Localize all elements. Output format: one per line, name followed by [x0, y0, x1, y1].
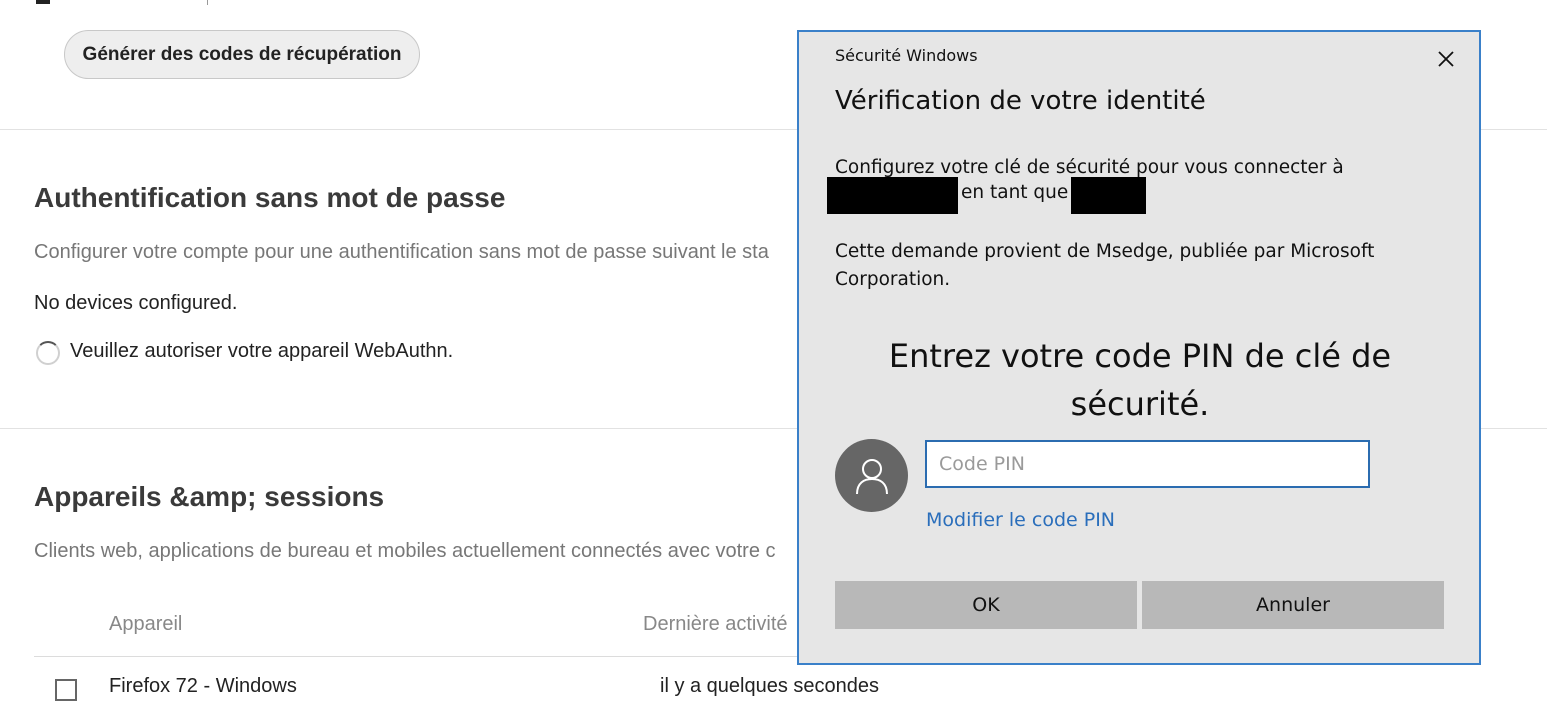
dialog-title: Vérification de votre identité	[835, 86, 1206, 116]
redacted-user	[1071, 177, 1146, 214]
table-cell-device: Firefox 72 - Windows	[109, 675, 297, 697]
dialog-as-text: en tant que	[961, 182, 1069, 203]
column-header-last-activity[interactable]: Dernière activité	[643, 613, 788, 636]
table-header-divider	[34, 656, 834, 657]
pin-input[interactable]	[925, 440, 1370, 488]
table-cell-activity: il y a quelques secondes	[660, 675, 880, 697]
close-icon	[1438, 51, 1454, 67]
pin-prompt: Entrez votre code PIN de clé de sécurité…	[888, 337, 1392, 423]
devices-status-text: No devices configured.	[34, 292, 238, 314]
column-header-device[interactable]: Appareil	[109, 613, 182, 636]
webauthn-authorize-message: Veuillez autoriser votre appareil WebAut…	[70, 340, 454, 362]
windows-security-dialog: Sécurité Windows Vérification de votre i…	[797, 30, 1481, 665]
divider	[207, 0, 208, 5]
passwordless-section-title: Authentification sans mot de passe	[34, 182, 506, 213]
devices-section-description: Clients web, applications de bureau et m…	[34, 540, 776, 562]
redacted-site	[827, 177, 958, 214]
loading-spinner-icon	[36, 341, 60, 365]
generate-recovery-codes-button[interactable]: Générer des codes de récupération	[64, 30, 420, 79]
dialog-app-name: Sécurité Windows	[835, 46, 978, 65]
ok-button[interactable]: OK	[835, 581, 1137, 629]
avatar	[835, 439, 908, 512]
partial-icon	[36, 0, 50, 4]
dialog-source-text: Cette demande provient de Msedge, publié…	[835, 241, 1375, 290]
devices-section-title: Appareils &amp; sessions	[34, 481, 385, 512]
passwordless-section-description: Configurer votre compte pour une authent…	[34, 241, 769, 263]
user-icon	[855, 458, 888, 494]
cancel-button[interactable]: Annuler	[1142, 581, 1444, 629]
close-button[interactable]	[1431, 44, 1461, 74]
change-pin-link[interactable]: Modifier le code PIN	[926, 509, 1115, 531]
row-checkbox[interactable]	[55, 679, 77, 701]
